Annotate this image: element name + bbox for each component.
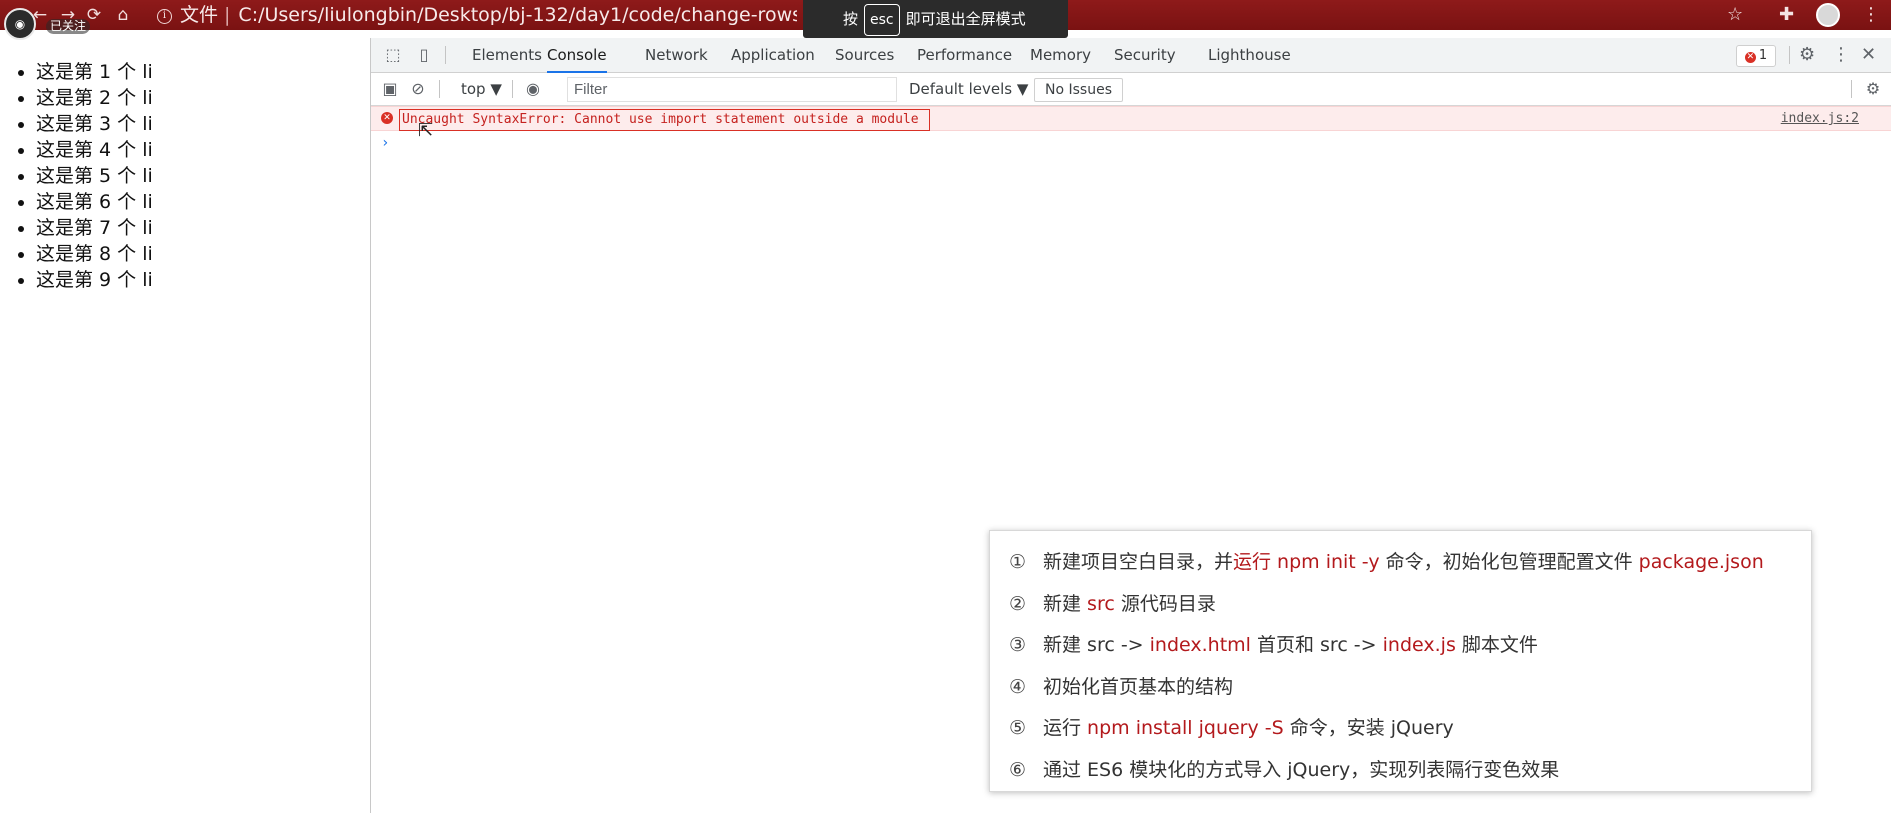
- list-item: 这是第 7 个 li: [36, 215, 370, 241]
- list-item: 这是第 9 个 li: [36, 267, 370, 293]
- step-item: ① 新建项目空白目录，并运行 npm init -y 命令，初始化包管理配置文件 …: [1009, 542, 1811, 584]
- step-number: ⑥: [1009, 758, 1027, 781]
- tab-security[interactable]: Security: [1114, 38, 1176, 73]
- step-text: 运行: [1043, 717, 1088, 739]
- live-expression-eye-icon[interactable]: ◉: [523, 79, 543, 99]
- step-number: ③: [1009, 634, 1027, 656]
- console-settings-gear-icon[interactable]: ⚙: [1863, 79, 1883, 99]
- toast-after: 即可退出全屏模式: [905, 10, 1026, 28]
- issues-button[interactable]: No Issues: [1034, 78, 1123, 102]
- list-item: 这是第 8 个 li: [36, 241, 370, 267]
- steps-overlay: ① 新建项目空白目录，并运行 npm init -y 命令，初始化包管理配置文件 …: [989, 530, 1812, 792]
- step-text: 新建项目空白目录，并: [1043, 551, 1234, 573]
- page-content: 这是第 1 个 li 这是第 2 个 li 这是第 3 个 li 这是第 4 个…: [0, 38, 370, 813]
- devtools-tabbar: ⬚ ▯ Elements Console Network Application…: [371, 38, 1891, 73]
- step-text: 命令，初始化包管理配置文件: [1379, 551, 1639, 573]
- list-item: 这是第 6 个 li: [36, 189, 370, 215]
- console-toolbar: ▣ ⊘ top ▼ ◉ Default levels ▼ No Issues ⚙: [371, 73, 1891, 106]
- error-count-badge[interactable]: ✕ 1: [1736, 45, 1776, 67]
- list-item: 这是第 3 个 li: [36, 111, 370, 137]
- console-output: ✕ Uncaught SyntaxError: Cannot use impor…: [371, 106, 1891, 151]
- step-highlight-text: 运行 npm init -y: [1233, 551, 1380, 573]
- divider: [1789, 46, 1790, 64]
- step-text: 新建: [1043, 592, 1088, 615]
- more-options-icon[interactable]: ⋮: [1832, 44, 1850, 66]
- step-highlight-text: index.js: [1382, 634, 1456, 656]
- step-highlight-text: npm install jquery -S: [1087, 717, 1284, 739]
- info-icon[interactable]: i: [157, 9, 172, 24]
- list-item: 这是第 1 个 li: [36, 59, 370, 85]
- address-bar[interactable]: i 文件 | C:/Users/liulongbin/Desktop/bj-132/d…: [157, 0, 797, 30]
- item-list: 这是第 1 个 li 这是第 2 个 li 这是第 3 个 li 这是第 4 个…: [36, 59, 370, 293]
- error-source-link[interactable]: index.js:2: [1781, 110, 1859, 128]
- divider: [439, 80, 440, 98]
- tab-memory[interactable]: Memory: [1030, 38, 1091, 73]
- step-highlight-text: package.json: [1638, 551, 1764, 573]
- error-icon: ✕: [1744, 52, 1756, 63]
- step-number: ⑤: [1009, 717, 1027, 739]
- step-text: 首页和 src ->: [1250, 634, 1383, 656]
- divider: [1851, 80, 1852, 98]
- step-item: ⑥ 通过 ES6 模块化的方式导入 jQuery，实现列表隔行变色效果: [1009, 750, 1811, 792]
- error-count: 1: [1758, 48, 1768, 63]
- divider: [445, 46, 446, 64]
- home-icon[interactable]: ⌂: [113, 5, 133, 25]
- fullscreen-toast: 按 esc 即可退出全屏模式: [803, 0, 1068, 38]
- log-levels-select[interactable]: Default levels ▼: [909, 73, 1028, 106]
- divider: [512, 80, 513, 98]
- device-toggle-icon[interactable]: ▯: [414, 45, 434, 65]
- step-text: 新建 src ->: [1043, 634, 1150, 656]
- step-text: 命令，安装 jQuery: [1283, 717, 1454, 739]
- sidebar-toggle-icon[interactable]: ▣: [380, 79, 400, 99]
- context-select[interactable]: top ▼: [461, 73, 502, 106]
- close-devtools-icon[interactable]: ✕: [1861, 44, 1876, 66]
- filter-input[interactable]: [567, 77, 897, 102]
- settings-gear-icon[interactable]: ⚙: [1799, 44, 1815, 66]
- step-text: 源代码目录: [1114, 592, 1216, 615]
- error-message-row: ✕ Uncaught SyntaxError: Cannot use impor…: [371, 106, 1891, 131]
- step-text: 通过 ES6 模块化的方式导入 jQuery，实现列表隔行变色效果: [1043, 758, 1560, 781]
- tab-lighthouse[interactable]: Lighthouse: [1208, 38, 1291, 73]
- step-text: 脚本文件: [1455, 634, 1538, 656]
- step-item: ② 新建 src 源代码目录: [1009, 584, 1811, 626]
- error-message: Uncaught SyntaxError: Cannot use import …: [399, 109, 930, 131]
- tab-elements[interactable]: Elements: [472, 38, 542, 73]
- follow-label: 已关注: [46, 19, 91, 34]
- step-number: ①: [1009, 551, 1027, 573]
- list-item: 这是第 2 个 li: [36, 85, 370, 111]
- list-item: 这是第 5 个 li: [36, 163, 370, 189]
- tab-sources[interactable]: Sources: [835, 38, 894, 73]
- step-text: 初始化首页基本的结构: [1043, 675, 1234, 698]
- error-icon: ✕: [381, 112, 393, 124]
- address-url: C:/Users/liulongbin/Desktop/bj-132/day1/…: [238, 4, 797, 26]
- step-item: ③ 新建 src -> index.html 首页和 src -> index.j…: [1009, 625, 1811, 667]
- console-prompt[interactable]: ›: [381, 135, 389, 151]
- tab-network[interactable]: Network: [645, 38, 708, 73]
- tab-performance[interactable]: Performance: [917, 38, 1012, 73]
- channel-avatar: ◉: [4, 8, 36, 40]
- browser-menu-icon[interactable]: ⋮: [1862, 4, 1880, 26]
- address-prefix: 文件: [180, 4, 219, 26]
- step-item: ④ 初始化首页基本的结构: [1009, 667, 1811, 709]
- clear-console-icon[interactable]: ⊘: [408, 79, 428, 99]
- list-item: 这是第 4 个 li: [36, 137, 370, 163]
- extensions-icon[interactable]: ✚: [1779, 4, 1794, 26]
- step-item: ⑤ 运行 npm install jquery -S 命令，安装 jQuery: [1009, 708, 1811, 750]
- step-number: ②: [1009, 592, 1027, 615]
- step-highlight-text: src: [1087, 592, 1115, 615]
- bookmark-star-icon[interactable]: ☆: [1727, 4, 1743, 26]
- step-number: ④: [1009, 675, 1027, 698]
- step-highlight-text: index.html: [1149, 634, 1251, 656]
- tab-console[interactable]: Console: [547, 38, 607, 73]
- mouse-pointer-icon: ⇱: [418, 120, 434, 141]
- toast-before: 按: [843, 10, 859, 28]
- tab-application[interactable]: Application: [731, 38, 815, 73]
- inspect-element-icon[interactable]: ⬚: [383, 45, 403, 65]
- profile-avatar[interactable]: [1816, 3, 1840, 27]
- esc-key: esc: [864, 4, 900, 36]
- address-separator: |: [224, 4, 231, 26]
